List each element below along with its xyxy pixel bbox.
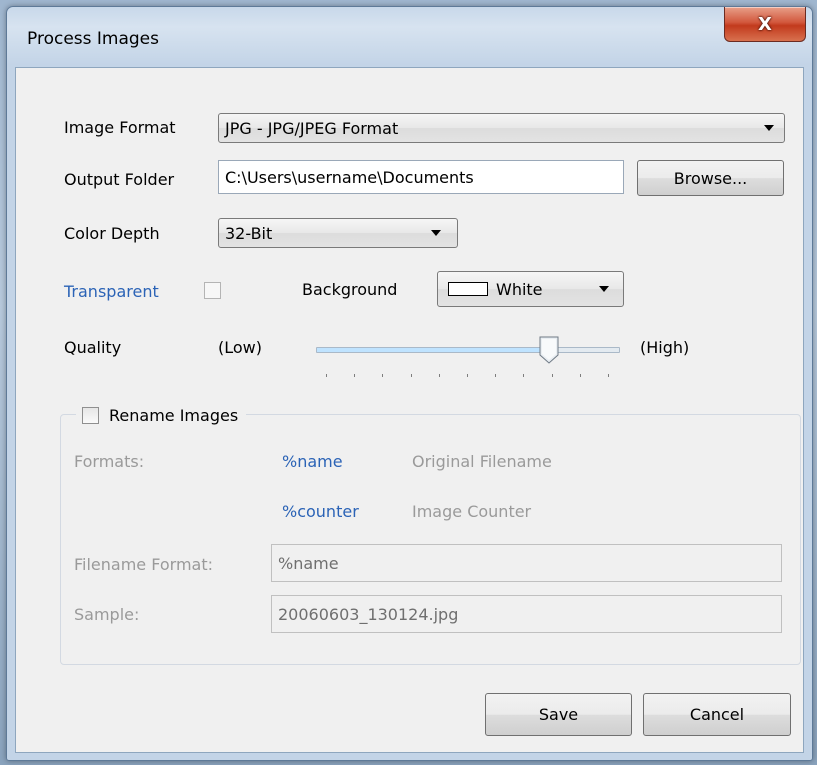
sample-label: Sample: [74, 605, 140, 624]
rename-images-checkbox[interactable] [82, 406, 99, 424]
quality-high-label: (High) [640, 338, 690, 357]
formats-label: Formats: [74, 452, 145, 471]
quality-slider-tick [326, 374, 327, 377]
filename-format-label: Filename Format: [74, 555, 214, 574]
chevron-down-icon [599, 286, 609, 292]
quality-low-label: (Low) [218, 338, 262, 357]
close-icon: X [758, 13, 772, 35]
rename-images-label: Rename Images [109, 405, 239, 425]
color-depth-value: 32-Bit [225, 223, 273, 243]
background-color-swatch [448, 282, 488, 296]
quality-slider-tick [608, 374, 609, 377]
background-dropdown[interactable]: White [437, 271, 624, 307]
color-depth-label: Color Depth [64, 224, 160, 243]
output-folder-value: C:\Users\username\Documents [225, 167, 474, 187]
color-depth-dropdown[interactable]: 32-Bit [218, 218, 458, 248]
chevron-down-icon [764, 125, 774, 131]
quality-slider-tick [523, 374, 525, 377]
token-name-description: Original Filename [412, 452, 552, 471]
transparent-label[interactable]: Transparent [64, 282, 159, 301]
image-format-label: Image Format [64, 118, 176, 137]
dialog-body: Image Format JPG - JPG/JPEG Format Outpu… [15, 67, 804, 753]
quality-slider-track[interactable] [316, 347, 620, 353]
browse-button[interactable]: Browse... [637, 160, 784, 196]
output-folder-label: Output Folder [64, 170, 175, 189]
rename-images-header[interactable]: Rename Images [76, 402, 247, 428]
image-format-value: JPG - JPG/JPEG Format [225, 118, 399, 138]
window-title: Process Images [27, 29, 159, 49]
title-bar[interactable]: Process Images X [7, 7, 812, 67]
background-value: White [496, 279, 543, 299]
quality-slider-tick [467, 374, 468, 377]
process-images-dialog: Process Images X Image Format JPG - JPG/… [6, 6, 813, 761]
quality-slider-tick [410, 374, 412, 377]
filename-format-input[interactable]: %name [271, 544, 782, 582]
quality-slider-tick [495, 374, 497, 377]
quality-slider-tick [551, 374, 553, 377]
filename-format-value: %name [278, 553, 339, 573]
background-label: Background [302, 280, 398, 299]
quality-slider-fill [317, 348, 550, 352]
token-name[interactable]: %name [282, 452, 343, 471]
transparent-checkbox[interactable] [204, 282, 221, 299]
quality-label: Quality [64, 338, 122, 357]
quality-slider-tick [354, 374, 356, 377]
chevron-down-icon [431, 230, 441, 236]
sample-value: 20060603_130124.jpg [278, 604, 459, 624]
sample-input: 20060603_130124.jpg [271, 595, 782, 633]
image-format-dropdown[interactable]: JPG - JPG/JPEG Format [218, 113, 785, 143]
quality-slider-tick [382, 374, 384, 377]
output-folder-input[interactable]: C:\Users\username\Documents [218, 160, 624, 194]
cancel-button[interactable]: Cancel [643, 693, 791, 736]
quality-slider-tick [579, 374, 581, 377]
save-button[interactable]: Save [485, 693, 632, 736]
quality-slider-thumb[interactable] [539, 336, 559, 364]
token-counter-description: Image Counter [412, 502, 532, 521]
close-button[interactable]: X [724, 7, 806, 42]
quality-slider-tick [438, 374, 440, 377]
token-counter[interactable]: %counter [282, 502, 359, 521]
